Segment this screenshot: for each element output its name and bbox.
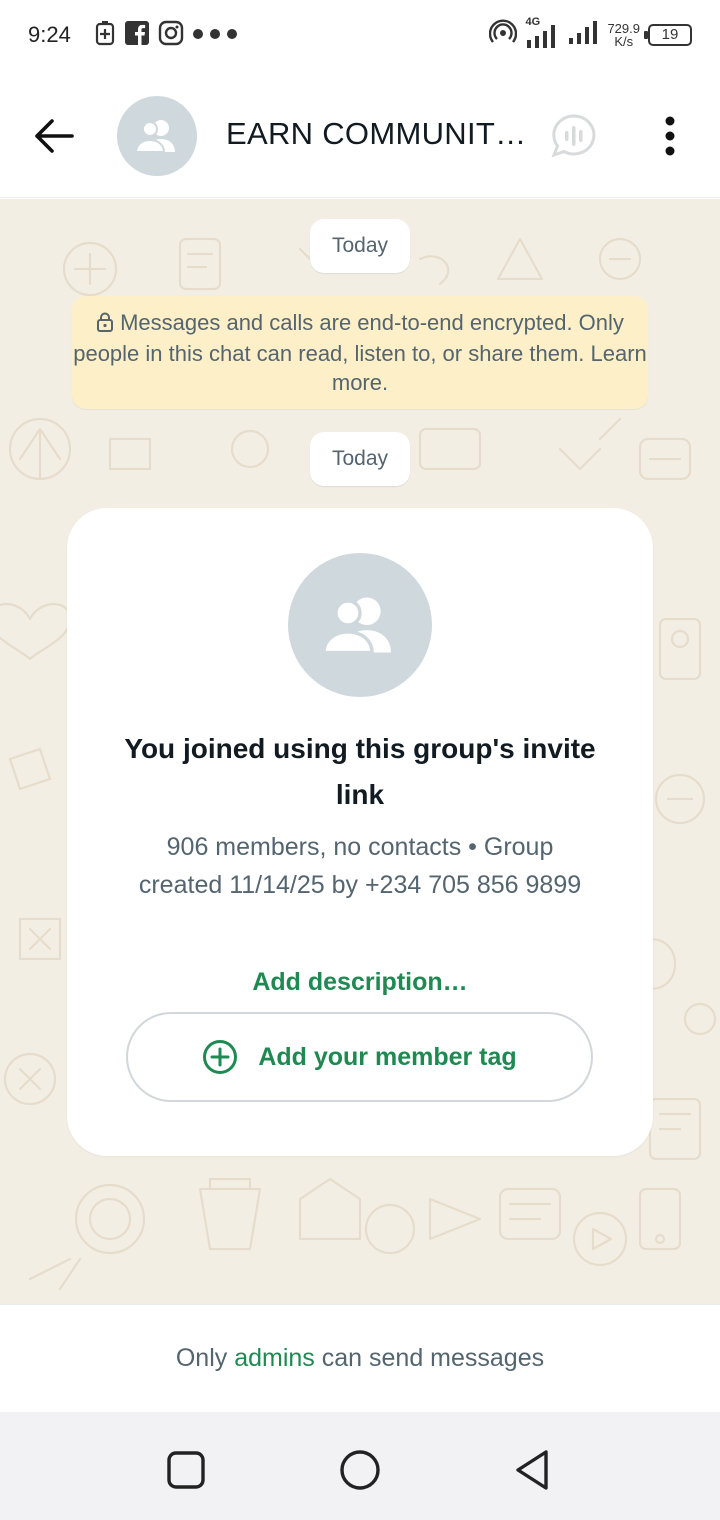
system-nav-bar xyxy=(0,1412,720,1520)
back-button[interactable] xyxy=(30,112,78,160)
notification-icons xyxy=(94,20,238,51)
speed-unit: K/s xyxy=(614,33,634,49)
network-speed: 729.9 K/s xyxy=(607,22,640,48)
hotspot-icon xyxy=(489,18,518,51)
back-arrow-icon xyxy=(35,119,74,153)
footer-suffix: can send messages xyxy=(321,1344,545,1372)
signal-icon xyxy=(567,18,599,51)
chat-header: EARN COMMUNIT… xyxy=(0,72,720,198)
group-avatar[interactable] xyxy=(117,96,197,176)
more-options-button[interactable] xyxy=(648,110,692,162)
speed-value: 729.9 xyxy=(607,20,640,36)
encryption-text: Messages and calls are end-to-end encryp… xyxy=(73,310,647,395)
voice-chat-button[interactable] xyxy=(548,110,600,162)
chat-area[interactable]: Today Messages and calls are end-to-end … xyxy=(0,199,720,1304)
home-button[interactable] xyxy=(332,1442,388,1498)
facebook-icon xyxy=(124,20,150,51)
admin-only-footer: Only admins can send messages xyxy=(0,1304,720,1412)
group-card-title: You joined using this group's invite lin… xyxy=(124,733,596,810)
add-member-tag-button[interactable]: Add your member tag xyxy=(126,1012,593,1102)
triangle-back-icon xyxy=(516,1450,548,1490)
nav-back-button[interactable] xyxy=(504,1442,560,1498)
lock-icon xyxy=(96,310,114,339)
recents-button[interactable] xyxy=(158,1442,214,1498)
date-chip: Today xyxy=(310,219,410,273)
system-indicators: 4G 729.9 K/s 19 xyxy=(489,16,692,51)
more-options-icon xyxy=(665,116,675,156)
status-bar: 9:24 4G 729.9 K/s 19 xyxy=(0,0,720,72)
group-avatar-large[interactable] xyxy=(288,553,432,697)
group-card-meta: 906 members, no contacts • Group created… xyxy=(138,833,582,899)
add-circle-icon xyxy=(203,1040,238,1074)
network-type: 4G xyxy=(525,15,541,28)
circle-icon xyxy=(340,1450,380,1490)
add-description-link[interactable]: Add description… xyxy=(167,968,553,997)
chat-title[interactable]: EARN COMMUNIT… xyxy=(226,116,526,152)
square-icon xyxy=(167,1451,205,1489)
signal-4g-icon: 4G xyxy=(525,16,559,50)
group-avatar-icon xyxy=(134,120,175,153)
date-chip: Today xyxy=(310,432,410,486)
group-info-card: You joined using this group's invite lin… xyxy=(67,508,653,1156)
status-time: 9:24 xyxy=(28,22,71,47)
instagram-icon xyxy=(158,20,184,51)
more-notifications-icon xyxy=(192,27,238,45)
footer-prefix: Only xyxy=(175,1344,228,1372)
battery-saver-icon xyxy=(94,20,116,51)
battery-level: 19 xyxy=(661,26,679,43)
encryption-notice[interactable]: Messages and calls are end-to-end encryp… xyxy=(72,296,648,409)
add-member-tag-label: Add your member tag xyxy=(258,1042,517,1071)
voice-chat-icon xyxy=(551,114,596,158)
group-avatar-icon xyxy=(322,597,391,655)
battery-icon: 19 xyxy=(644,23,692,46)
admins-link[interactable]: admins xyxy=(234,1344,315,1373)
